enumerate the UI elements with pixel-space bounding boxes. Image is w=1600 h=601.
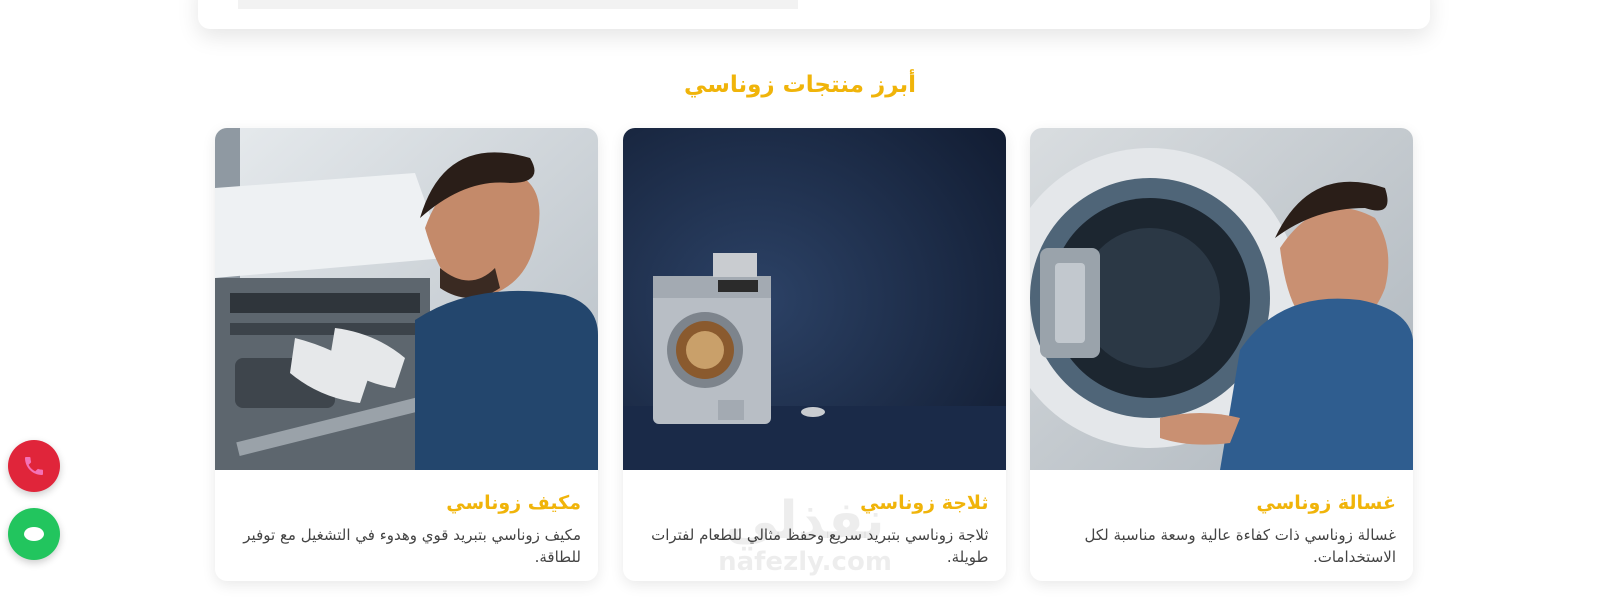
product-title: مكيف زوناسي bbox=[446, 492, 581, 514]
product-description: ثلاجة زوناسي بتبريد سريع وحفظ مثالي للطع… bbox=[651, 526, 989, 566]
whatsapp-icon bbox=[22, 522, 46, 546]
product-cards: غسالة زوناسي غسالة زوناسي ذات كفاءة عالي… bbox=[215, 128, 1413, 581]
call-button[interactable] bbox=[8, 440, 60, 492]
section-title: أبرز منتجات زوناسي bbox=[683, 72, 917, 98]
phone-icon bbox=[22, 454, 46, 478]
top-panel-bar bbox=[238, 0, 798, 9]
product-card-washer[interactable]: غسالة زوناسي غسالة زوناسي ذات كفاءة عالي… bbox=[1030, 128, 1413, 581]
product-card-ac[interactable]: مكيف زوناسي مكيف زوناسي بتبريد قوي وهدوء… bbox=[215, 128, 598, 581]
top-panel bbox=[198, 0, 1430, 29]
whatsapp-button[interactable] bbox=[8, 508, 60, 560]
ac-technician-image bbox=[215, 128, 598, 470]
washer-technician-image bbox=[1030, 128, 1413, 470]
product-description: مكيف زوناسي بتبريد قوي وهدوء في التشغيل … bbox=[243, 526, 581, 566]
product-title: غسالة زوناسي bbox=[1256, 492, 1396, 514]
product-description: غسالة زوناسي ذات كفاءة عالية وسعة مناسبة… bbox=[1084, 526, 1397, 566]
product-title: ثلاجة زوناسي bbox=[860, 492, 989, 514]
product-card-fridge[interactable]: ثلاجة زوناسي ثلاجة زوناسي بتبريد سريع وح… bbox=[622, 128, 1006, 581]
appliance-image bbox=[622, 128, 1006, 470]
